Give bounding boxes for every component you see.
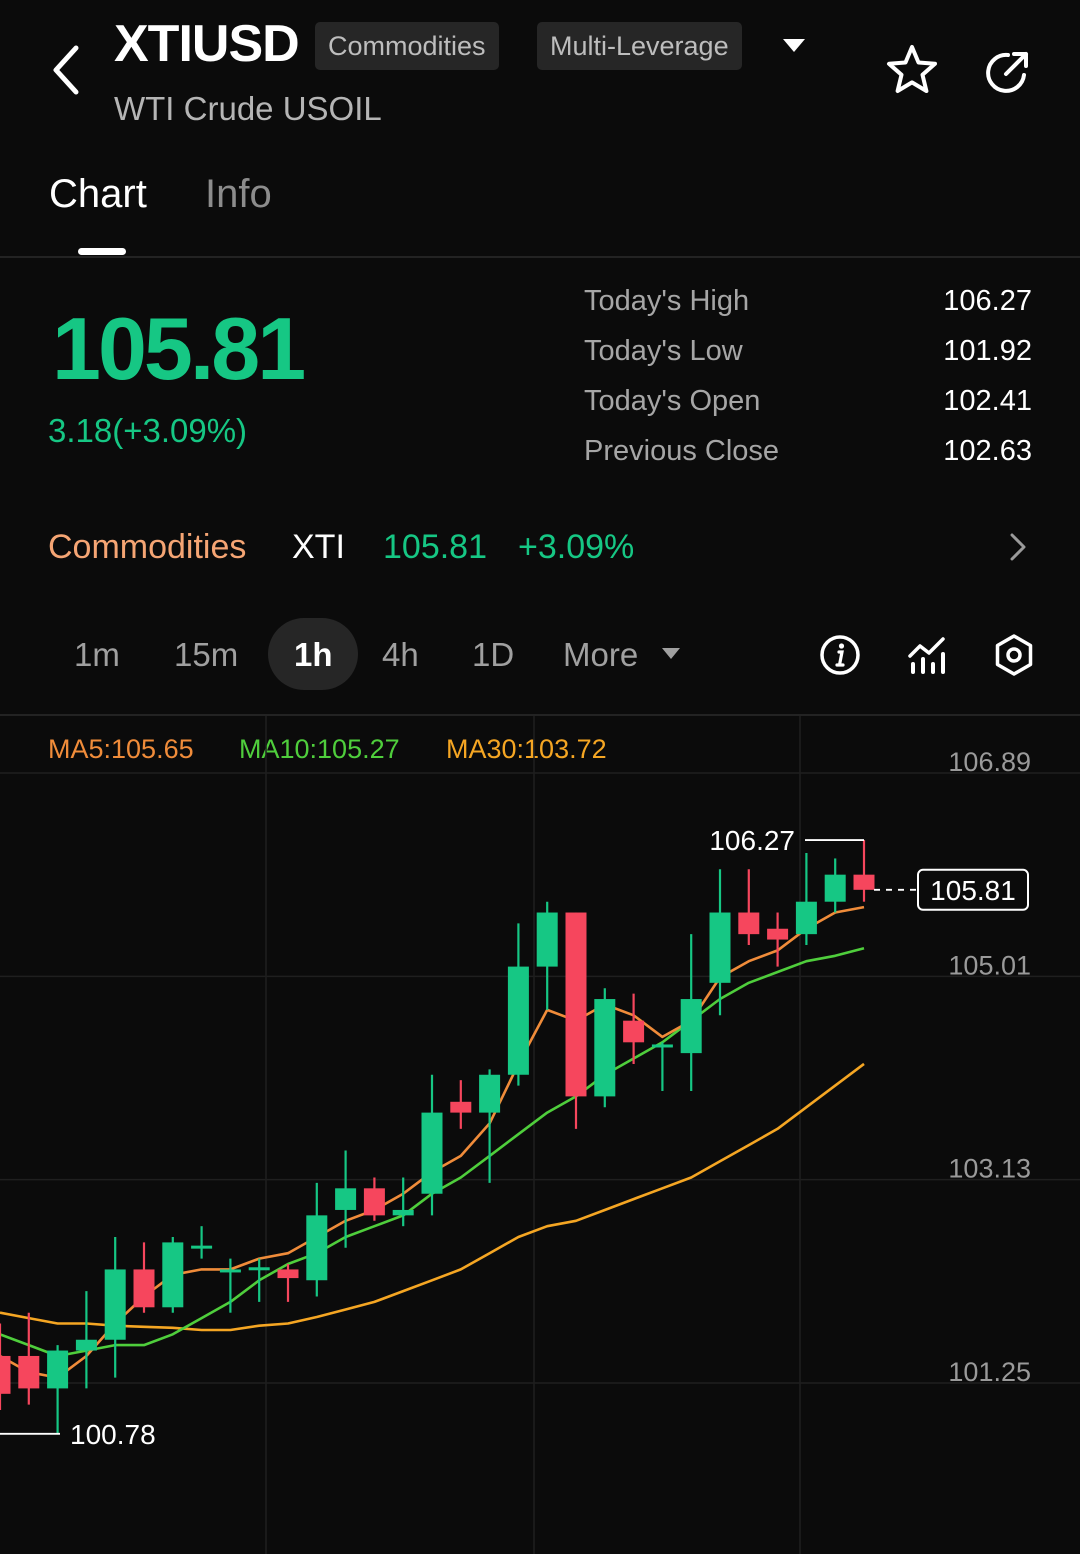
- candle-body: [0, 1355, 11, 1394]
- stat-value-open: 102.41: [943, 385, 1032, 417]
- instrument-name: WTI Crude USOIL: [114, 90, 382, 127]
- candle-body: [133, 1269, 155, 1308]
- y-tick-label: 105.01: [948, 950, 1031, 980]
- candle-body: [565, 912, 587, 1097]
- candlestick-chart[interactable]: 106.89 105.01 103.13 101.25 106.27 100.78 105.…: [0, 716, 1080, 1554]
- tab-info[interactable]: Info: [205, 172, 272, 217]
- settings-icon[interactable]: [991, 632, 1037, 678]
- interval-1h[interactable]: 1h: [294, 636, 333, 674]
- stat-value-high: 106.27: [943, 285, 1032, 317]
- candle-body: [623, 1020, 645, 1043]
- current-price-label: 105.81: [930, 875, 1016, 906]
- candle-body: [709, 912, 731, 983]
- candle-body: [767, 928, 789, 940]
- interval-more[interactable]: More: [563, 636, 638, 674]
- price-change: 3.18(+3.09%): [48, 412, 248, 449]
- last-price: 105.81: [52, 299, 306, 398]
- share-icon[interactable]: [980, 44, 1036, 100]
- candle-body: [536, 912, 558, 967]
- candle-body: [450, 1101, 472, 1113]
- candle-body: [335, 1188, 357, 1210]
- info-icon[interactable]: [817, 632, 863, 678]
- candle-body: [104, 1269, 126, 1340]
- high-marker-label: 106.27: [709, 825, 795, 856]
- indicator-icon[interactable]: [905, 632, 951, 678]
- candle-body: [392, 1209, 414, 1216]
- low-marker-label: 100.78: [70, 1419, 156, 1450]
- divider: [0, 256, 1080, 258]
- candle-body: [651, 1044, 673, 1048]
- candle-body: [738, 912, 760, 935]
- candle-body: [248, 1267, 270, 1271]
- tab-chart[interactable]: Chart: [49, 172, 147, 217]
- stat-value-low: 101.92: [943, 335, 1032, 367]
- stat-label-open: Today's Open: [584, 385, 761, 417]
- tag-multi-leverage[interactable]: Multi-Leverage: [537, 22, 742, 70]
- candle-body: [277, 1269, 299, 1279]
- candle-body: [594, 999, 616, 1097]
- interval-1d[interactable]: 1D: [472, 636, 514, 674]
- candle-body: [680, 999, 702, 1054]
- candle-body: [421, 1112, 443, 1194]
- stat-label-low: Today's Low: [584, 335, 743, 367]
- candle-body: [795, 901, 817, 935]
- candle-body: [219, 1269, 241, 1273]
- candle-body: [824, 874, 846, 902]
- active-tab-indicator: [78, 248, 126, 255]
- interval-4h[interactable]: 4h: [382, 636, 419, 674]
- interval-15m[interactable]: 15m: [174, 636, 238, 674]
- candle-body: [191, 1245, 213, 1249]
- candle-body: [363, 1188, 385, 1216]
- interval-1m[interactable]: 1m: [74, 636, 120, 674]
- candle-body: [853, 874, 875, 890]
- stat-label-prev-close: Previous Close: [584, 435, 780, 467]
- dropdown-caret-icon[interactable]: [778, 30, 810, 62]
- candle-body: [18, 1355, 40, 1389]
- candle-body: [507, 966, 529, 1075]
- tag-commodities[interactable]: Commodities: [315, 22, 499, 70]
- candle-body: [75, 1339, 97, 1351]
- market-symbol[interactable]: XTI: [292, 528, 345, 567]
- favorite-star-icon[interactable]: [884, 42, 940, 98]
- chevron-right-icon[interactable]: [1002, 530, 1032, 564]
- y-tick-label: 106.89: [948, 747, 1031, 777]
- y-tick-label: 103.13: [948, 1154, 1031, 1184]
- symbol-title: XTIUSD: [114, 15, 300, 73]
- stat-label-high: Today's High: [584, 285, 750, 317]
- market-change-pct: +3.09%: [518, 528, 635, 566]
- candle-body: [306, 1215, 328, 1281]
- more-caret-icon[interactable]: [660, 645, 682, 663]
- stat-value-prev-close: 102.63: [943, 435, 1032, 467]
- candle-body: [47, 1350, 69, 1389]
- market-category[interactable]: Commodities: [48, 528, 246, 567]
- candle-body: [479, 1074, 501, 1113]
- market-price: 105.81: [383, 528, 487, 566]
- candle-body: [162, 1242, 184, 1308]
- y-tick-label: 101.25: [948, 1357, 1031, 1387]
- back-icon[interactable]: [44, 40, 94, 100]
